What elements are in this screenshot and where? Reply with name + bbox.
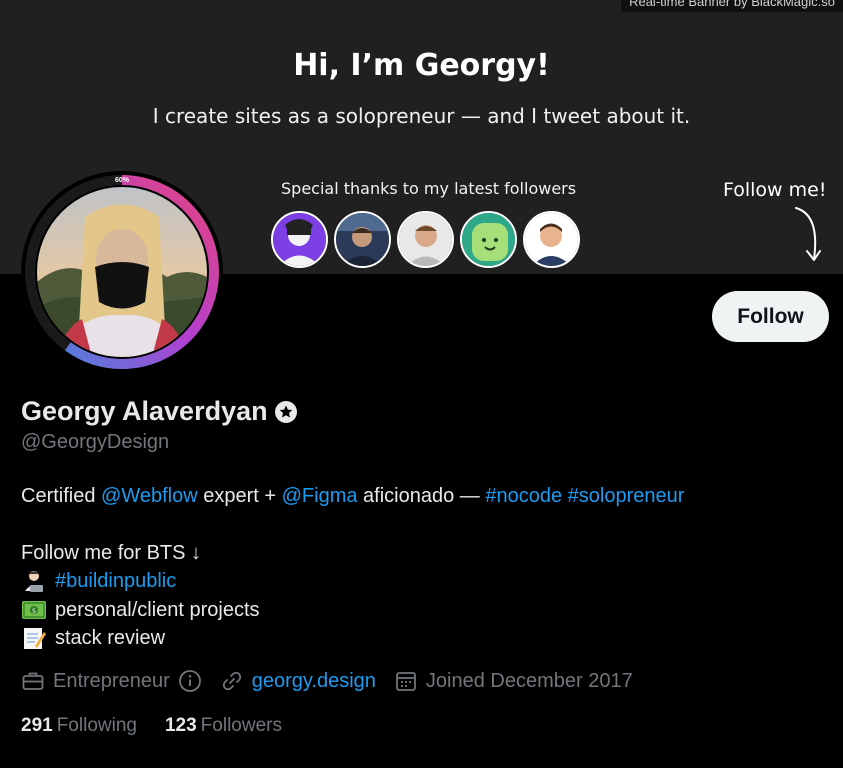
bio-text: Follow me for BTS ↓ bbox=[21, 541, 202, 564]
bio-line: Follow me for BTS ↓ bbox=[21, 539, 821, 568]
profile-stats: 291 Following 123 Followers bbox=[21, 715, 310, 737]
bio-text: expert + bbox=[197, 485, 282, 507]
follow-me-label: Follow me! bbox=[723, 179, 827, 201]
category-label: Entrepreneur bbox=[53, 669, 170, 692]
calendar-icon bbox=[396, 672, 416, 691]
followers-link[interactable]: 123 Followers bbox=[165, 715, 282, 737]
link-icon bbox=[222, 671, 241, 691]
profile-handle: @GeorgyDesign bbox=[21, 431, 170, 453]
avatar-photo bbox=[37, 187, 207, 357]
solopreneur-hashtag-link[interactable]: #solopreneur bbox=[568, 482, 685, 511]
buildinpublic-hashtag-link[interactable]: #buildinpublic bbox=[55, 567, 176, 596]
following-label: Following bbox=[56, 715, 137, 736]
bio-line: $ personal/client projects bbox=[21, 596, 821, 625]
banner-credit: Real-time Banner by BlackMagic.so bbox=[621, 0, 843, 12]
bio-line: stack review bbox=[21, 624, 821, 653]
figma-mention-link[interactable]: @Figma bbox=[282, 482, 358, 511]
info-icon[interactable] bbox=[178, 669, 202, 693]
money-emoji-icon: $ bbox=[22, 600, 46, 619]
following-count: 291 bbox=[21, 715, 53, 736]
curved-arrow-icon bbox=[795, 207, 821, 261]
briefcase-icon bbox=[22, 672, 44, 690]
bio-text: stack review bbox=[55, 627, 166, 649]
verified-star-icon[interactable] bbox=[274, 400, 298, 424]
banner-heading: Hi, I’m Georgy! bbox=[293, 48, 550, 83]
technologist-emoji-icon bbox=[25, 571, 43, 593]
website-link[interactable]: georgy.design bbox=[252, 670, 376, 693]
profile-bio: Certified @Webflow expert + @Figma afici… bbox=[21, 482, 821, 653]
category-item: Entrepreneur bbox=[21, 669, 202, 693]
bio-text: Certified bbox=[21, 485, 102, 507]
bio-text: aficionado — bbox=[357, 485, 486, 507]
profile-name: Georgy Alaverdyan bbox=[21, 396, 268, 426]
profile-meta: Entrepreneur georgy.design Joined Decemb… bbox=[21, 669, 651, 693]
follower-avatar-3 bbox=[397, 211, 454, 268]
follow-button[interactable]: Follow bbox=[712, 291, 829, 342]
following-link[interactable]: 291 Following bbox=[21, 715, 137, 737]
profile-name-row: Georgy Alaverdyan bbox=[21, 396, 298, 427]
follower-avatar-4 bbox=[460, 211, 517, 268]
bio-line: #buildinpublic bbox=[21, 567, 821, 596]
ring-percent: 60% bbox=[114, 177, 129, 184]
follower-avatar-2 bbox=[334, 211, 391, 268]
bio-line: Certified @Webflow expert + @Figma afici… bbox=[21, 482, 821, 511]
follower-avatar-5 bbox=[523, 211, 580, 268]
joined-item: Joined December 2017 bbox=[394, 669, 633, 693]
profile-avatar[interactable]: 60% bbox=[21, 171, 223, 373]
latest-followers bbox=[271, 211, 580, 268]
webflow-mention-link[interactable]: @Webflow bbox=[101, 482, 198, 511]
website-item: georgy.design bbox=[220, 669, 376, 693]
follower-avatar-1 bbox=[271, 211, 328, 268]
banner-subheading: I create sites as a solopreneur — and I … bbox=[152, 104, 691, 128]
bio-text: personal/client projects bbox=[55, 598, 260, 621]
joined-date: Joined December 2017 bbox=[425, 669, 633, 692]
svg-text:$: $ bbox=[32, 607, 36, 615]
nocode-hashtag-link[interactable]: #nocode bbox=[485, 482, 562, 511]
followers-count: 123 bbox=[164, 715, 197, 736]
memo-emoji-icon bbox=[24, 628, 46, 650]
followers-label: Followers bbox=[200, 715, 282, 736]
thanks-label: Special thanks to my latest followers bbox=[281, 179, 577, 198]
